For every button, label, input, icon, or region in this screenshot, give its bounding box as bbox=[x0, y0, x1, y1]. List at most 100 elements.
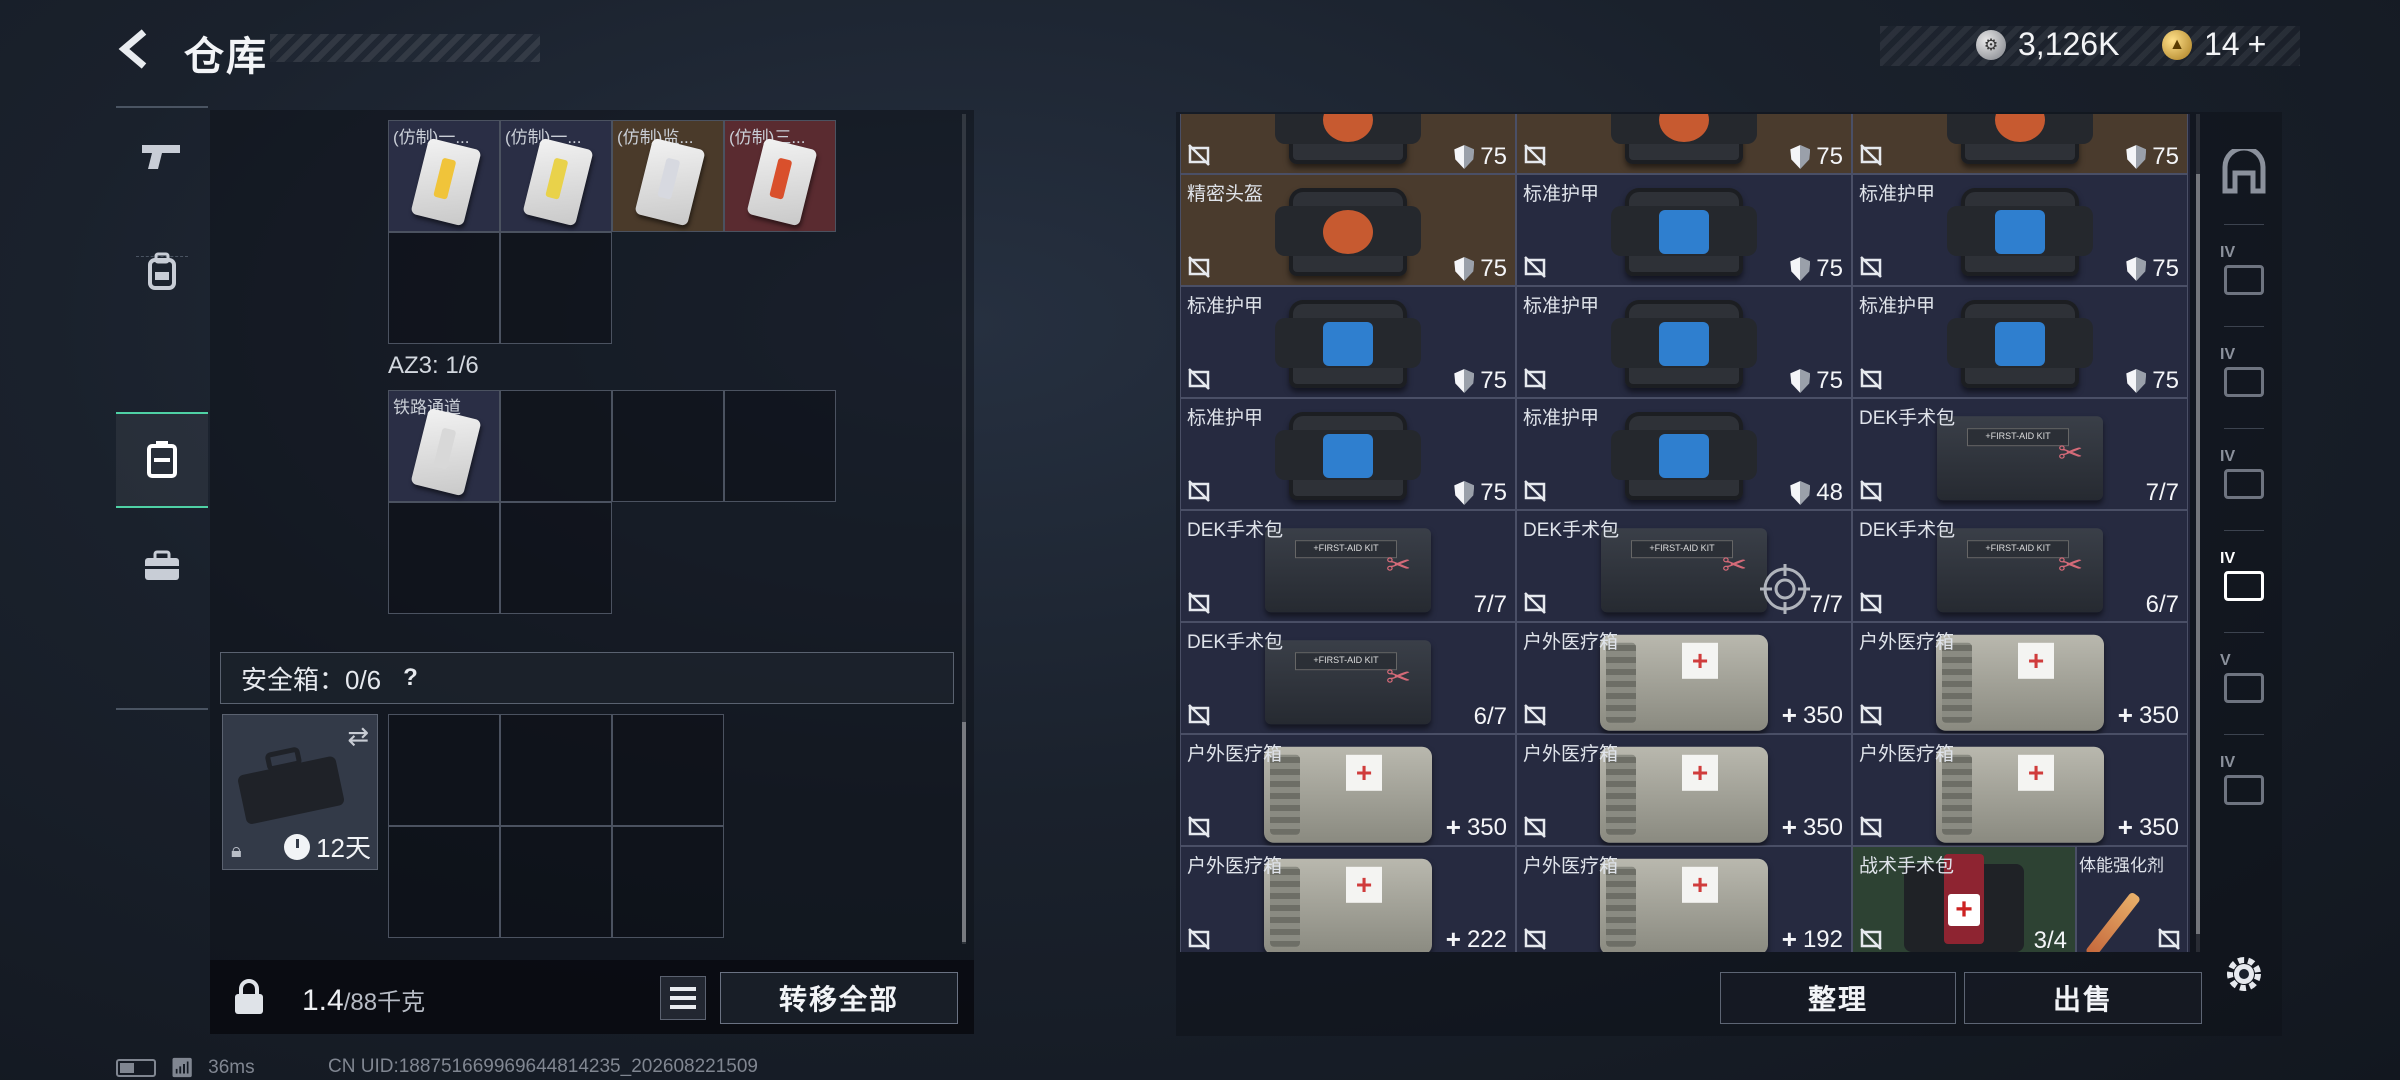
warehouse-item[interactable]: 户外医疗箱 +222 bbox=[1180, 846, 1516, 952]
warehouse-item[interactable]: 战术手术包 3/4 bbox=[1852, 846, 2076, 952]
surgery-kit-icon bbox=[1265, 528, 1431, 613]
warehouse-item[interactable]: 户外医疗箱 +350 bbox=[1852, 622, 2188, 734]
wifi-icon: 📶︎ bbox=[170, 1058, 195, 1079]
transfer-all-button[interactable]: 转移全部 bbox=[720, 972, 958, 1024]
item-value-text: 222 bbox=[1466, 925, 1507, 953]
surgery-kit-icon bbox=[1937, 416, 2103, 501]
sell-button[interactable]: 出售 bbox=[1964, 972, 2202, 1024]
category-backpack[interactable] bbox=[116, 224, 208, 320]
item-value: 48 bbox=[1790, 479, 1843, 507]
warehouse-item[interactable]: 标准护甲 75 bbox=[1852, 286, 2188, 398]
surgery-kit-icon bbox=[1265, 640, 1431, 725]
empty-slot[interactable] bbox=[724, 390, 836, 502]
left-scrollbar-thumb[interactable] bbox=[962, 722, 966, 942]
add-gold-button[interactable]: + bbox=[2248, 26, 2267, 63]
empty-slot[interactable] bbox=[500, 390, 612, 502]
filter-category[interactable]: IV bbox=[2214, 340, 2274, 412]
sort-button[interactable]: 整理 bbox=[1720, 972, 1956, 1024]
safe-slot[interactable] bbox=[388, 714, 500, 826]
safe-help-icon[interactable]: ? bbox=[403, 664, 418, 692]
item-value: 75 bbox=[1454, 367, 1507, 395]
item-value-text: 75 bbox=[1480, 479, 1507, 506]
inventory-item[interactable]: (仿制)一... bbox=[388, 120, 500, 232]
safe-box-item[interactable]: ⇄ 🔒︎ 12天 bbox=[222, 714, 378, 870]
safe-slot[interactable] bbox=[612, 714, 724, 826]
list-view-button[interactable] bbox=[660, 976, 706, 1020]
right-scrollbar-thumb[interactable] bbox=[2196, 174, 2200, 934]
warehouse-item[interactable]: 精密头盔 75 bbox=[1180, 174, 1516, 286]
safe-slot[interactable] bbox=[612, 826, 724, 938]
warehouse-item[interactable]: 标准护甲 75 bbox=[1180, 286, 1516, 398]
item-name: DEK手术包 bbox=[1187, 632, 1284, 653]
pistol-icon bbox=[142, 145, 180, 169]
filter-category[interactable]: IV bbox=[2214, 748, 2274, 820]
inventory-item[interactable]: 铁路通道 bbox=[388, 390, 500, 502]
warehouse-item[interactable]: 75 bbox=[1852, 114, 2188, 174]
inventory-item[interactable]: (仿制)监... bbox=[612, 120, 724, 232]
warehouse-item[interactable]: 标准护甲 75 bbox=[1852, 174, 2188, 286]
warehouse-item[interactable]: 75 bbox=[1516, 114, 1852, 174]
backpack-icon bbox=[148, 252, 176, 290]
warehouse-item[interactable]: 标准护甲 75 bbox=[1180, 398, 1516, 510]
warehouse-item[interactable]: 标准护甲 75 bbox=[1516, 174, 1852, 286]
warehouse-item[interactable]: DEK手术包 6/7 bbox=[1852, 510, 2188, 622]
empty-slot[interactable] bbox=[388, 232, 500, 344]
inventory-item[interactable]: (仿制)三... bbox=[724, 120, 836, 232]
item-name: 标准护甲 bbox=[1523, 184, 1600, 205]
lock-icon[interactable] bbox=[232, 978, 266, 1016]
filter-category[interactable]: V bbox=[2214, 646, 2274, 718]
safe-slot[interactable] bbox=[500, 714, 612, 826]
heal-plus-icon: + bbox=[1781, 700, 1797, 730]
category-weapons[interactable] bbox=[116, 108, 208, 204]
medical-filter-icon bbox=[2224, 571, 2264, 601]
warehouse-item[interactable]: 户外医疗箱 +350 bbox=[1180, 734, 1516, 846]
empty-slot[interactable] bbox=[500, 232, 612, 344]
empty-slot[interactable] bbox=[500, 502, 612, 614]
item-value: 75 bbox=[1454, 255, 1507, 283]
item-value-text: 75 bbox=[2152, 367, 2179, 394]
safe-slot[interactable] bbox=[388, 826, 500, 938]
swap-icon[interactable]: ⇄ bbox=[347, 721, 369, 752]
list-icon-line bbox=[670, 987, 696, 991]
silver-currency[interactable]: ⚙ 3,126K bbox=[1976, 26, 2119, 63]
item-value: 75 bbox=[1454, 143, 1507, 171]
warehouse-item[interactable]: 体能强化剂 bbox=[2076, 846, 2188, 952]
item-value-text: 3/4 bbox=[2033, 927, 2067, 952]
item-value-text: 7/7 bbox=[1473, 591, 1507, 618]
filter-all[interactable] bbox=[2214, 136, 2274, 208]
back-arrow-icon[interactable] bbox=[112, 26, 158, 72]
no-trade-icon bbox=[1188, 816, 1210, 838]
category-storage[interactable] bbox=[116, 412, 208, 508]
item-name: 标准护甲 bbox=[1523, 408, 1600, 429]
item-value: 75 bbox=[1454, 479, 1507, 507]
empty-slot[interactable] bbox=[612, 390, 724, 502]
gear-icon[interactable] bbox=[2220, 950, 2268, 998]
category-toolbox[interactable] bbox=[116, 518, 208, 614]
no-trade-icon bbox=[1860, 704, 1882, 726]
filter-category[interactable]: IV bbox=[2214, 544, 2274, 616]
filter-category[interactable]: IV bbox=[2214, 238, 2274, 310]
silver-amount: 3,126K bbox=[2018, 26, 2120, 62]
no-trade-icon bbox=[1860, 368, 1882, 390]
filter-category[interactable]: IV bbox=[2214, 442, 2274, 514]
warehouse-item[interactable]: 75 bbox=[1180, 114, 1516, 174]
inventory-item[interactable]: (仿制)一... bbox=[500, 120, 612, 232]
warehouse-item[interactable]: 户外医疗箱 +350 bbox=[1516, 734, 1852, 846]
gold-currency[interactable]: ▲ 14 + bbox=[2162, 26, 2266, 63]
warehouse-item[interactable]: 标准护甲 48 bbox=[1516, 398, 1852, 510]
warehouse-item[interactable]: 户外医疗箱 +350 bbox=[1852, 734, 2188, 846]
briefcase-icon bbox=[238, 747, 345, 824]
empty-slot[interactable] bbox=[388, 502, 500, 614]
page-title: 仓库 bbox=[184, 35, 268, 79]
storage-case-icon bbox=[147, 441, 177, 478]
surgery-kit-icon bbox=[1601, 528, 1767, 613]
safe-slot[interactable] bbox=[500, 826, 612, 938]
warehouse-item[interactable]: DEK手术包 6/7 bbox=[1180, 622, 1516, 734]
warehouse-item[interactable]: DEK手术包 7/7 bbox=[1180, 510, 1516, 622]
warehouse-item[interactable]: 户外医疗箱 +350 bbox=[1516, 622, 1852, 734]
list-icon-line bbox=[670, 1005, 696, 1009]
warehouse-item[interactable]: 户外医疗箱 +192 bbox=[1516, 846, 1852, 952]
warehouse-item[interactable]: DEK手术包 7/7 bbox=[1852, 398, 2188, 510]
warehouse-item[interactable]: 标准护甲 75 bbox=[1516, 286, 1852, 398]
no-trade-icon bbox=[1860, 928, 1882, 950]
